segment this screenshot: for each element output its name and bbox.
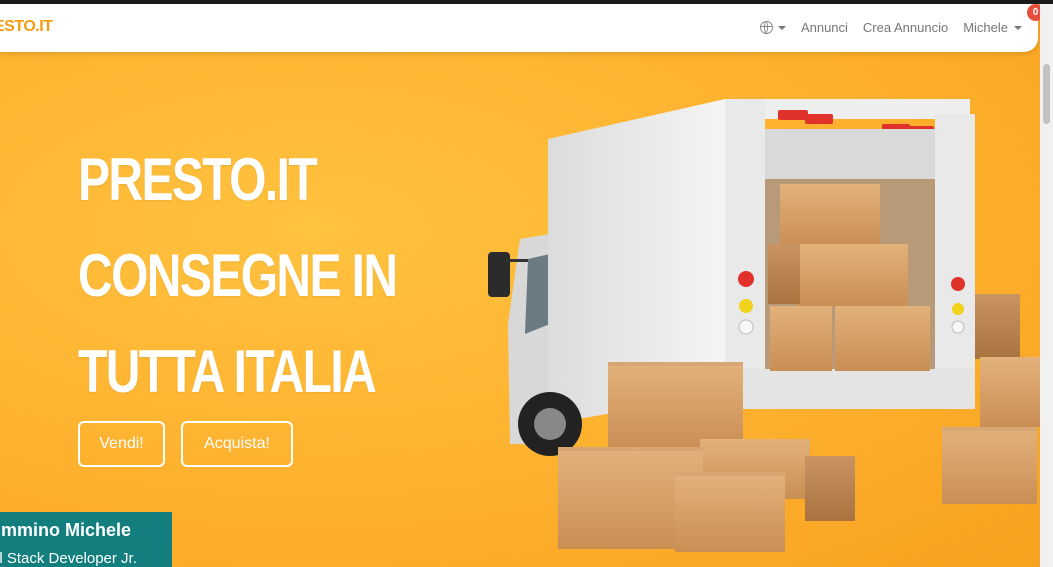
headline-line: CONSEGNE IN — [78, 242, 398, 309]
notification-badge: 0 — [1027, 4, 1040, 21]
buy-button[interactable]: Acquista! — [181, 421, 293, 467]
scrollbar-thumb[interactable] — [1043, 64, 1050, 124]
nav-right: Annunci Crea Annuncio Michele 0 — [759, 4, 1040, 35]
delivery-truck-image — [488, 99, 1040, 552]
page: ESTO.IT Annunci Crea Annuncio Michele 0 … — [0, 4, 1040, 567]
globe-icon — [759, 21, 773, 34]
navbar: ESTO.IT Annunci Crea Annuncio Michele 0 — [0, 4, 1040, 52]
hero-headline: PRESTO.IT CONSEGNE IN TUTTA ITALIA — [78, 132, 398, 420]
brand-logo[interactable]: ESTO.IT — [0, 18, 53, 36]
sell-button[interactable]: Vendi! — [78, 421, 165, 467]
user-dropdown[interactable]: Michele 0 — [963, 4, 1040, 35]
nav-link-crea-annuncio[interactable]: Crea Annuncio — [863, 20, 948, 35]
presenter-caption: immino Michele ll Stack Developer Jr. — [0, 512, 172, 567]
chevron-down-icon — [1014, 25, 1022, 30]
presenter-role: ll Stack Developer Jr. — [0, 550, 137, 567]
language-dropdown[interactable] — [759, 21, 786, 34]
nav-link-annunci[interactable]: Annunci — [801, 20, 848, 35]
chevron-down-icon — [777, 25, 786, 30]
headline-line: TUTTA ITALIA — [78, 338, 377, 405]
page-scrollbar[interactable] — [1040, 4, 1053, 567]
user-name: Michele — [963, 20, 1008, 35]
presenter-name: immino Michele — [0, 520, 132, 540]
headline-line: PRESTO.IT — [78, 146, 318, 213]
